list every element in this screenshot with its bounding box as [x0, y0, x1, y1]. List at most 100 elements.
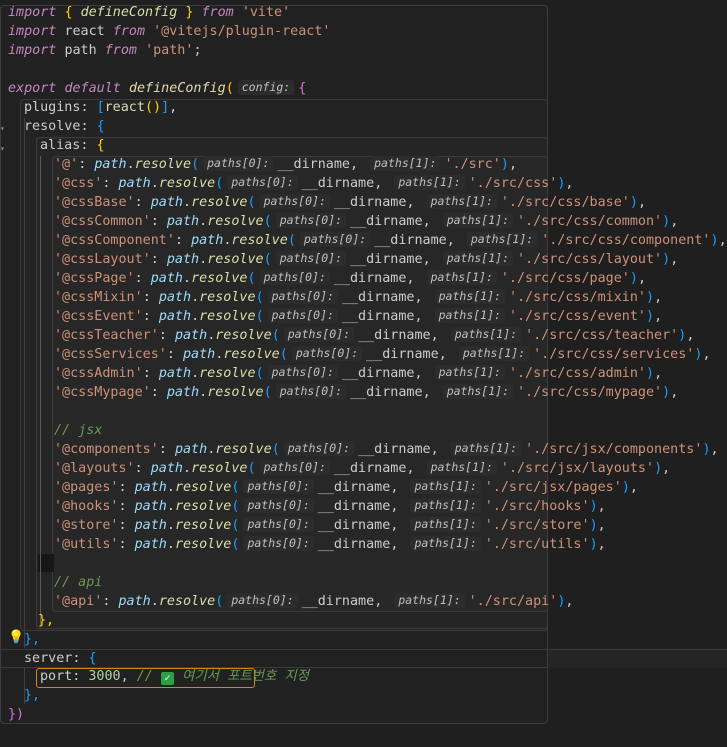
- punctuation: ,: [422, 385, 439, 400]
- inlay-hint: paths[0]:: [259, 460, 330, 475]
- fold-marker[interactable]: ▾: [0, 144, 5, 153]
- paren: (: [231, 537, 240, 552]
- alias-key: '@cssTeacher': [54, 328, 159, 343]
- punctuation: .: [166, 537, 175, 552]
- paren: (: [279, 347, 288, 362]
- alias-entry: '@': path.resolve(paths[0]: __dirname, pa…: [54, 155, 517, 174]
- punctuation: .: [126, 157, 135, 172]
- keyword: from: [112, 24, 146, 39]
- dirname: __dirname: [301, 594, 375, 609]
- comment-jsx: // jsx: [54, 421, 102, 440]
- punctuation: ,: [654, 366, 663, 381]
- dirname: __dirname: [277, 157, 350, 172]
- property: server: [24, 651, 73, 666]
- string: 'path': [145, 43, 194, 58]
- alias-key: '@hooks': [54, 499, 119, 514]
- brace: },: [24, 688, 41, 703]
- property: port: [40, 669, 73, 684]
- alias-path: './src/css/component': [541, 233, 711, 248]
- punctuation: ,: [390, 499, 407, 514]
- identifier: path: [64, 43, 97, 58]
- dirname: __dirname: [366, 347, 439, 362]
- inlay-hint: paths[0]:: [267, 289, 338, 304]
- paren: (): [144, 100, 162, 115]
- dirname: __dirname: [350, 252, 423, 267]
- resolve-function: resolve: [231, 233, 288, 248]
- alias-entry: '@hooks': path.resolve(paths[0]: __dirnam…: [54, 497, 606, 516]
- paren: (: [263, 214, 272, 229]
- inlay-hint: paths[1]:: [434, 308, 505, 323]
- punctuation: ,: [662, 461, 671, 476]
- alias-key: '@api': [54, 594, 103, 609]
- alias-key: '@cssMypage': [54, 385, 151, 400]
- brace: },: [24, 632, 41, 647]
- port-line: port: 3000, // ✓ 여기서 포트번호 지정: [40, 669, 309, 685]
- path-object: path: [94, 157, 127, 172]
- alias-path: './src/css/event': [508, 309, 646, 324]
- alias-entry: '@cssMixin': path.resolve(paths[0]: __dir…: [54, 288, 662, 307]
- indent-guide: [24, 118, 25, 648]
- lightbulb-icon[interactable]: 💡: [8, 631, 24, 645]
- dirname: __dirname: [350, 214, 423, 229]
- resolve-function: resolve: [215, 328, 272, 343]
- brace: {: [298, 81, 307, 96]
- resolve-function: resolve: [199, 309, 256, 324]
- punctuation: ,: [406, 271, 423, 286]
- punctuation: ,: [414, 366, 431, 381]
- punctuation: ,: [565, 176, 574, 191]
- alias-path: './src/css/mypage': [517, 385, 663, 400]
- punctuation: .: [199, 252, 208, 267]
- dirname: __dirname: [358, 328, 431, 343]
- punctuation: .: [199, 214, 208, 229]
- punctuation: ,: [438, 347, 455, 362]
- paren: (: [215, 176, 224, 191]
- paren: (: [247, 195, 256, 210]
- inlay-hint: paths[1]:: [394, 175, 465, 190]
- alias-key: '@': [54, 157, 79, 172]
- inlay-hint: paths[0]:: [299, 232, 371, 247]
- punctuation: :: [158, 328, 175, 343]
- punctuation: ,: [414, 290, 431, 305]
- inlay-hint: paths[1]:: [410, 536, 481, 551]
- alias-key: '@cssPage': [54, 271, 135, 286]
- inlay-hint: config:: [237, 80, 295, 95]
- path-object: path: [118, 176, 151, 191]
- path-object: path: [158, 290, 192, 305]
- punctuation: ,: [686, 328, 695, 343]
- paren: }): [8, 707, 25, 722]
- alias-path: './src/jsx/components': [525, 442, 703, 457]
- inlay-hint: paths[1]:: [426, 194, 497, 209]
- path-object: path: [118, 594, 151, 609]
- path-object: path: [150, 461, 183, 476]
- alias-key: '@cssLayout': [54, 252, 151, 267]
- punctuation: ,: [374, 176, 391, 191]
- alias-path: './src/css': [468, 176, 558, 191]
- path-object: path: [191, 233, 224, 248]
- paren: (: [231, 480, 240, 495]
- punctuation: .: [166, 518, 175, 533]
- punctuation: ,: [422, 214, 439, 229]
- paren: ): [702, 442, 711, 457]
- dirname: __dirname: [333, 195, 407, 210]
- fold-marker[interactable]: ▾: [0, 124, 5, 133]
- punctuation: :: [134, 461, 151, 476]
- paren: (: [263, 252, 272, 267]
- paren: ): [589, 518, 598, 533]
- inlay-hint: paths[0]:: [275, 213, 346, 228]
- resolve-function: resolve: [191, 271, 248, 286]
- punctuation: ,: [670, 214, 679, 229]
- punctuation: ,: [597, 537, 606, 552]
- alias-path: './src/css/layout': [517, 252, 663, 267]
- punctuation: ,: [597, 499, 606, 514]
- inlay-hint: paths[1]:: [426, 460, 497, 475]
- inlay-hint: paths[0]:: [243, 498, 314, 513]
- dirname: __dirname: [341, 290, 415, 305]
- punctuation: ,: [702, 347, 711, 362]
- alias-key: '@components': [54, 442, 159, 457]
- alias-entry: '@cssComponent': path.resolve(paths[0]: _…: [54, 231, 727, 250]
- resolve-function: resolve: [207, 252, 264, 267]
- code-editor[interactable]: ▾ ▾ import { defineConfig } from 'vite' …: [0, 0, 727, 747]
- resolve-function: resolve: [191, 461, 248, 476]
- resolve-function: resolve: [174, 480, 232, 495]
- punctuation: :: [150, 385, 167, 400]
